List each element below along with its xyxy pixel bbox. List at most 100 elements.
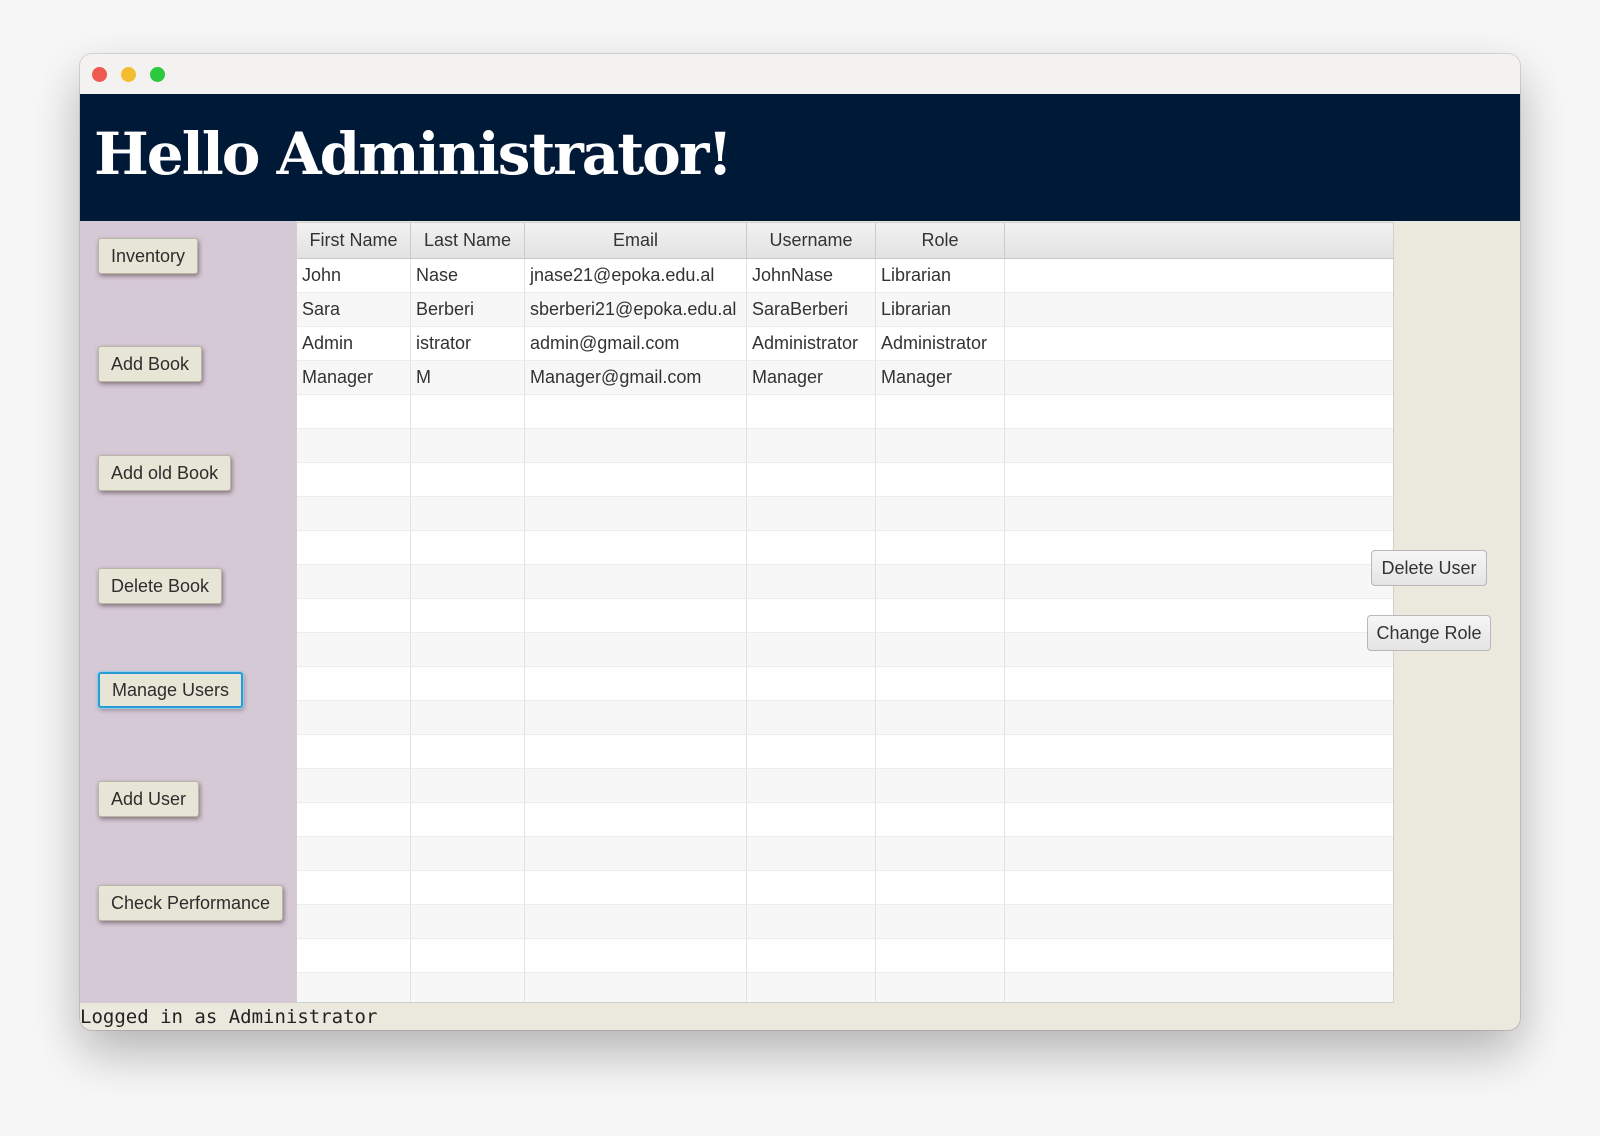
table-cell: sberberi21@epoka.edu.al (525, 293, 747, 326)
table-row[interactable]: Manager M Manager@gmail.com Manager Manager (297, 361, 1393, 395)
table-row[interactable] (297, 395, 1393, 429)
column-header-role[interactable]: Role (876, 223, 1005, 258)
table-cell (747, 803, 876, 836)
table-cell (1005, 259, 1393, 292)
table-cell (876, 599, 1005, 632)
table-cell (525, 599, 747, 632)
table-row[interactable] (297, 973, 1393, 1002)
table-cell (747, 531, 876, 564)
table-row[interactable] (297, 599, 1393, 633)
table-row[interactable] (297, 769, 1393, 803)
table-cell (1005, 293, 1393, 326)
table-cell (525, 905, 747, 938)
column-header-username[interactable]: Username (747, 223, 876, 258)
manage-users-button[interactable]: Manage Users (98, 672, 244, 708)
table-cell (297, 803, 411, 836)
table-cell (747, 973, 876, 1002)
table-cell (876, 837, 1005, 870)
table-cell (876, 735, 1005, 768)
table-cell: Manager (876, 361, 1005, 394)
table-cell (525, 803, 747, 836)
column-header-first-name[interactable]: First Name (297, 223, 411, 258)
table-row[interactable]: Admin istrator admin@gmail.com Administrato… (297, 327, 1393, 361)
table-cell (297, 837, 411, 870)
table-cell (411, 939, 525, 972)
table-cell: Nase (411, 259, 525, 292)
check-performance-button[interactable]: Check Performance (98, 885, 284, 921)
status-bar: Logged in as Administrator (80, 1006, 378, 1028)
table-row[interactable] (297, 837, 1393, 871)
table-cell (525, 395, 747, 428)
table-row[interactable] (297, 939, 1393, 973)
table-header: First Name Last Name Email Username Role (297, 223, 1393, 259)
delete-user-button[interactable]: Delete User (1371, 550, 1487, 586)
table-cell (747, 735, 876, 768)
table-cell (525, 497, 747, 530)
app-window: Hello Administrator! Inventory Add Book … (80, 54, 1520, 1030)
table-row[interactable] (297, 565, 1393, 599)
table-row[interactable] (297, 701, 1393, 735)
users-table[interactable]: First Name Last Name Email Username Role… (296, 222, 1394, 1003)
table-cell: admin@gmail.com (525, 327, 747, 360)
table-cell (747, 837, 876, 870)
table-cell (411, 531, 525, 564)
table-cell (1005, 667, 1393, 700)
table-cell (747, 871, 876, 904)
change-role-button[interactable]: Change Role (1367, 615, 1491, 651)
table-cell (747, 599, 876, 632)
table-cell (1005, 769, 1393, 802)
table-row[interactable] (297, 905, 1393, 939)
table-row[interactable] (297, 531, 1393, 565)
table-cell (297, 429, 411, 462)
table-cell (1005, 497, 1393, 530)
delete-book-button[interactable]: Delete Book (98, 568, 223, 604)
add-old-book-button[interactable]: Add old Book (98, 455, 232, 491)
table-cell (525, 769, 747, 802)
table-row[interactable] (297, 735, 1393, 769)
sidebar: Inventory Add Book Add old Book Delete B… (80, 221, 296, 1003)
table-cell (876, 701, 1005, 734)
table-cell (876, 769, 1005, 802)
table-cell (297, 735, 411, 768)
table-cell (411, 735, 525, 768)
table-row[interactable] (297, 633, 1393, 667)
table-cell (411, 973, 525, 1002)
table-row[interactable] (297, 667, 1393, 701)
close-window-button[interactable] (92, 67, 107, 82)
maximize-window-button[interactable] (150, 67, 165, 82)
add-user-button[interactable]: Add User (98, 781, 200, 817)
inventory-button[interactable]: Inventory (98, 238, 199, 274)
column-header-email[interactable]: Email (525, 223, 747, 258)
table-cell (1005, 803, 1393, 836)
table-cell (411, 429, 525, 462)
table-row[interactable]: John Nase jnase21@epoka.edu.al JohnNase Libr… (297, 259, 1393, 293)
table-cell (525, 837, 747, 870)
table-cell: Admin (297, 327, 411, 360)
table-cell (297, 531, 411, 564)
table-row[interactable] (297, 497, 1393, 531)
table-cell (1005, 701, 1393, 734)
add-book-button[interactable]: Add Book (98, 346, 203, 382)
table-row[interactable] (297, 871, 1393, 905)
table-row[interactable]: Sara Berberi sberberi21@epoka.edu.al SaraBe… (297, 293, 1393, 327)
table-cell (525, 973, 747, 1002)
table-cell (297, 497, 411, 530)
page-title: Hello Administrator! (94, 120, 733, 188)
table-row[interactable] (297, 429, 1393, 463)
table-row[interactable] (297, 803, 1393, 837)
table-cell (297, 565, 411, 598)
table-cell (411, 871, 525, 904)
table-cell (411, 803, 525, 836)
table-cell (747, 769, 876, 802)
table-cell (747, 667, 876, 700)
table-row[interactable] (297, 463, 1393, 497)
table-cell (1005, 361, 1393, 394)
table-cell (411, 633, 525, 666)
table-cell (1005, 939, 1393, 972)
minimize-window-button[interactable] (121, 67, 136, 82)
table-cell (1005, 565, 1393, 598)
table-cell (876, 905, 1005, 938)
table-cell (1005, 463, 1393, 496)
column-header-last-name[interactable]: Last Name (411, 223, 525, 258)
table-cell (411, 565, 525, 598)
